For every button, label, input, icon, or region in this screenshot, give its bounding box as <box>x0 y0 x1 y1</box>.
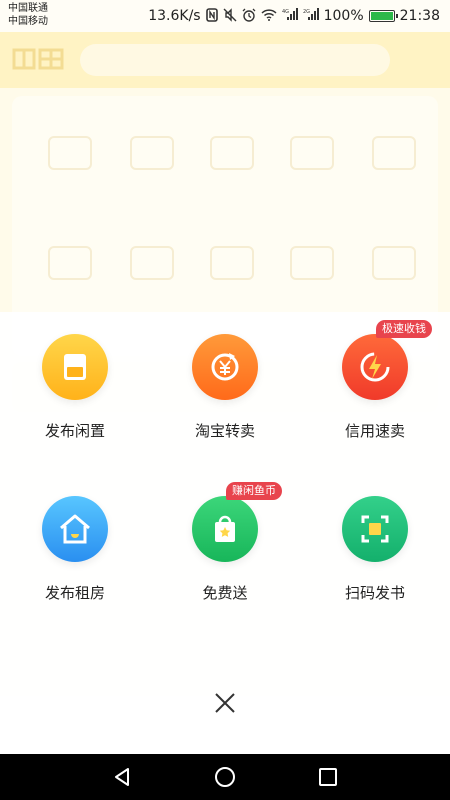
free-giveaway-icon: 赚闲鱼币 <box>192 482 282 562</box>
battery-icon <box>368 10 398 22</box>
ghost-tile <box>372 246 416 280</box>
background-header <box>0 32 450 88</box>
action-credit-quick-sell[interactable]: 极速收钱 信用速卖 <box>300 320 450 464</box>
background-logo <box>12 46 66 78</box>
action-label: 免费送 <box>202 584 248 602</box>
ghost-tile <box>210 136 254 170</box>
signal-4g-icon: 4G <box>282 8 298 24</box>
action-label: 发布闲置 <box>44 422 105 440</box>
mute-icon <box>223 7 237 25</box>
action-publish-idle[interactable]: 发布闲置 <box>0 334 150 464</box>
badge-fast-cash: 极速收钱 <box>376 320 432 338</box>
action-label: 信用速卖 <box>344 422 405 440</box>
action-label: 发布租房 <box>44 584 105 602</box>
wifi-icon <box>261 8 277 24</box>
system-nav-bar <box>0 754 450 800</box>
ghost-tile <box>130 246 174 280</box>
net-speed: 13.6K/s <box>148 8 201 24</box>
ghost-tile <box>48 136 92 170</box>
action-label: 扫码发书 <box>344 584 405 602</box>
ghost-tile <box>372 136 416 170</box>
carrier-1: 中国联通 <box>8 3 48 14</box>
svg-text:2G: 2G <box>303 9 310 15</box>
svg-text:4G: 4G <box>282 9 289 15</box>
action-free-giveaway[interactable]: 赚闲鱼币 免费送 <box>150 482 300 626</box>
recents-icon <box>319 768 338 786</box>
carrier-2: 中国移动 <box>8 16 48 27</box>
ghost-tile <box>130 136 174 170</box>
back-icon <box>114 768 129 786</box>
nav-recents-button[interactable] <box>308 757 348 797</box>
ghost-tile <box>290 136 334 170</box>
nfc-icon <box>205 7 218 25</box>
background-search <box>80 44 390 76</box>
home-icon <box>214 767 235 787</box>
action-label: 淘宝转卖 <box>194 422 255 440</box>
badge-earn-coins: 赚闲鱼币 <box>226 482 282 500</box>
battery-text: 100% <box>323 8 364 24</box>
status-right: 13.6K/s 4G 2G 100% 21:38 <box>148 6 440 26</box>
action-taobao-resell[interactable]: 淘宝转卖 <box>150 334 300 464</box>
nav-home-button[interactable] <box>205 757 245 797</box>
close-icon <box>215 693 235 713</box>
ghost-tile <box>210 246 254 280</box>
status-bar: 中国联通 中国移动 13.6K/s 4G 2G 100% 21:38 <box>0 0 450 32</box>
close-button[interactable] <box>205 683 245 723</box>
taobao-resell-icon <box>192 334 258 400</box>
alarm-icon <box>242 8 256 25</box>
ghost-tile <box>290 246 334 280</box>
scan-book-icon <box>342 496 408 562</box>
publish-idle-icon <box>42 334 108 400</box>
action-rent-house[interactable]: 发布租房 <box>0 496 150 626</box>
action-scan-book[interactable]: 扫码发书 <box>300 496 450 626</box>
signal-2g-icon: 2G <box>303 8 319 24</box>
clock: 21:38 <box>399 8 440 24</box>
rent-house-icon <box>42 496 108 562</box>
credit-quick-sell-icon: 极速收钱 <box>342 320 432 400</box>
battery-fill <box>370 12 393 20</box>
ghost-tile <box>48 246 92 280</box>
nav-back-button[interactable] <box>102 757 142 797</box>
